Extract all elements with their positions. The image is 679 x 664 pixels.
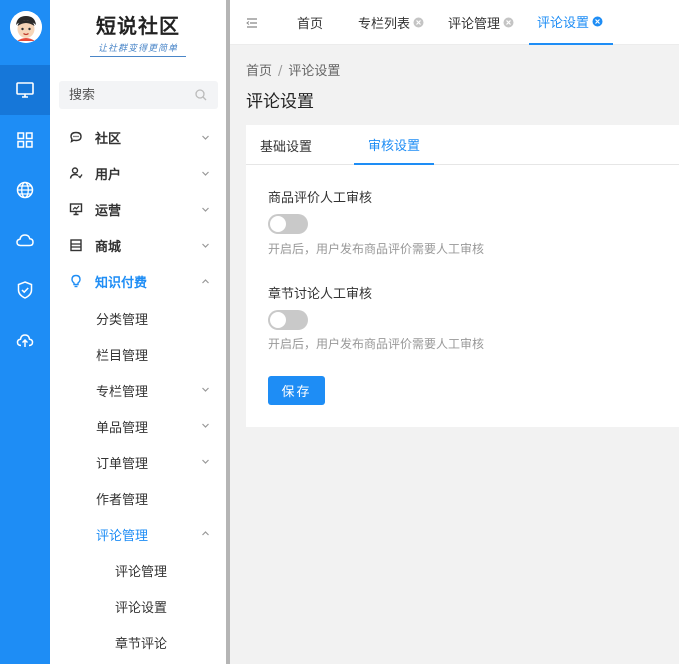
store-icon: [70, 239, 82, 252]
tab-home[interactable]: 首页: [297, 0, 323, 45]
chevron-up-icon: [202, 531, 209, 536]
save-button[interactable]: 保存: [268, 376, 325, 405]
product-review-toggle[interactable]: [268, 214, 308, 234]
sidebar-subitem-single[interactable]: 单品管理: [50, 407, 226, 443]
logo-underline: [90, 56, 186, 57]
sidebar-subitem-label: 订单管理: [96, 457, 149, 472]
sidebar-item-label: 运营: [95, 203, 122, 219]
presentation-icon: [69, 203, 83, 216]
tab-review-settings[interactable]: 审核设置: [354, 125, 435, 165]
tab-label: 专栏列表: [358, 17, 411, 32]
sidebar-subitem-label: 专栏管理: [96, 385, 149, 400]
sidebar-subitem-category[interactable]: 分类管理: [50, 299, 226, 335]
chevron-down-icon: [202, 171, 209, 176]
grid-icon: [17, 132, 33, 148]
cloud-icon: [16, 234, 34, 247]
globe-icon: [16, 181, 34, 199]
rail-shield-button[interactable]: [0, 265, 50, 315]
chapter-review-toggle[interactable]: [268, 310, 308, 330]
tab-basic-settings[interactable]: 基础设置: [260, 125, 312, 165]
tab-bar: 首页 专栏列表 评论管理 评论设置: [230, 0, 679, 45]
close-icon[interactable]: [413, 17, 424, 28]
shield-check-icon: [17, 281, 33, 299]
sidebar-subitem-label: 评论管理: [96, 529, 149, 544]
tab-comment-settings[interactable]: 评论设置: [529, 0, 614, 45]
tab-label: 评论设置: [537, 16, 590, 31]
tab-label: 审核设置: [368, 138, 421, 154]
sidebar-subitem-label: 分类管理: [96, 313, 149, 328]
chapter-review-label: 章节讨论人工审核: [268, 287, 373, 302]
sidebar-subitem-column[interactable]: 栏目管理: [50, 335, 226, 371]
sidebar-subitem-label: 单品管理: [96, 421, 149, 436]
chevron-up-icon: [202, 279, 209, 284]
logo[interactable]: 短说社区 让社群变得更简单: [50, 10, 226, 57]
lightbulb-icon: [71, 274, 81, 288]
tab-label: 基础设置: [260, 139, 313, 155]
rail-monitor-button[interactable]: [0, 65, 50, 115]
sidebar-subitem-authors[interactable]: 作者管理: [50, 479, 226, 515]
sidebar-item-label: 社区: [95, 131, 122, 147]
cloud-upload-icon: [16, 334, 34, 347]
breadcrumb-home[interactable]: 首页: [246, 64, 272, 79]
sidebar-subitem-comment-manage[interactable]: 评论管理: [50, 551, 226, 587]
chevron-down-icon: [202, 423, 209, 428]
sidebar-item-operations[interactable]: 运营: [50, 191, 226, 227]
chevron-down-icon: [202, 135, 209, 140]
logo-subtitle: 让社群变得更简单: [97, 44, 178, 54]
sidebar-item-label: 用户: [95, 167, 122, 183]
sidebar-subitem-orders[interactable]: 订单管理: [50, 443, 226, 479]
logo-title: 短说社区: [96, 14, 180, 38]
chevron-down-icon: [202, 243, 209, 248]
sidebar-item-community[interactable]: 社区: [50, 119, 226, 155]
sidebar-subitem-comment-settings[interactable]: 评论设置: [50, 587, 226, 623]
search-input[interactable]: [69, 81, 189, 109]
breadcrumb-current: 评论设置: [288, 64, 341, 79]
chapter-review-hint: 开启后，用户发布商品评价需要人工审核: [268, 337, 485, 351]
sidebar-item-users[interactable]: 用户: [50, 155, 226, 191]
close-icon[interactable]: [503, 17, 514, 28]
content-tabs: 基础设置 审核设置: [246, 125, 679, 165]
menu-fold-icon[interactable]: [246, 17, 258, 29]
search-box: [59, 81, 218, 109]
sidebar-item-label: 商城: [95, 239, 122, 255]
page-title: 评论设置: [246, 92, 314, 112]
sidebar-item-mall[interactable]: 商城: [50, 227, 226, 263]
sidebar: 短说社区 让社群变得更简单 社区 用户 运营 商城 知识付: [50, 0, 226, 664]
sidebar-item-label: 知识付费: [95, 275, 148, 291]
sidebar-subitem-label: 评论设置: [115, 601, 168, 616]
sidebar-item-paid-knowledge[interactable]: 知识付费: [50, 263, 226, 299]
breadcrumb: 首页 / 评论设置: [246, 60, 340, 79]
close-icon[interactable]: [592, 16, 603, 27]
sidebar-subitem-label: 栏目管理: [96, 349, 149, 364]
sidebar-subitem-chapter-comments[interactable]: 章节评论: [50, 623, 226, 659]
rail-globe-button[interactable]: [0, 165, 50, 215]
settings-card: 基础设置 审核设置 商品评价人工审核 开启后，用户发布商品评价需要人工审核 章节…: [246, 125, 679, 427]
sidebar-menu: 社区 用户 运营 商城 知识付费 分类管理 栏目管理 专栏管理 单品管理 订单管…: [50, 119, 226, 659]
rail-grid-button[interactable]: [0, 115, 50, 165]
sidebar-subitem-comments[interactable]: 评论管理: [50, 515, 226, 551]
search-icon[interactable]: [194, 88, 208, 102]
breadcrumb-separator: /: [278, 64, 283, 79]
sidebar-scrollbar[interactable]: [226, 0, 230, 664]
rail-cloud-upload-button[interactable]: [0, 315, 50, 365]
sidebar-subitem-label: 评论管理: [115, 565, 168, 580]
sidebar-subitem-label: 作者管理: [96, 493, 149, 508]
tab-comment-manage[interactable]: 评论管理: [448, 0, 514, 45]
chevron-down-icon: [202, 387, 209, 392]
sidebar-subitem-special[interactable]: 专栏管理: [50, 371, 226, 407]
tab-label: 首页: [297, 17, 324, 32]
tab-special-list[interactable]: 专栏列表: [358, 0, 424, 45]
chevron-down-icon: [202, 459, 209, 464]
monitor-icon: [16, 82, 34, 98]
avatar[interactable]: [10, 11, 42, 43]
chat-bubble-icon: [70, 131, 82, 143]
sidebar-subitem-label: 章节评论: [115, 637, 168, 652]
user-icon: [69, 167, 83, 179]
product-review-label: 商品评价人工审核: [268, 191, 373, 206]
tab-label: 评论管理: [448, 17, 501, 32]
chevron-down-icon: [202, 207, 209, 212]
icon-rail: [0, 0, 50, 664]
product-review-hint: 开启后，用户发布商品评价需要人工审核: [268, 242, 485, 256]
rail-cloud-button[interactable]: [0, 215, 50, 265]
